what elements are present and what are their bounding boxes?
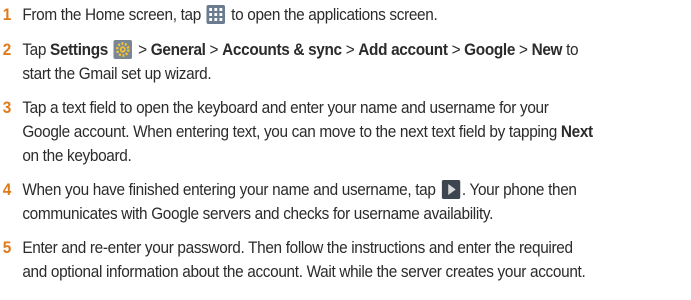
step-line: Google account. When entering text, you … [22, 120, 688, 144]
step-line: When you have finished entering your nam… [22, 178, 688, 202]
step-text-after-icon: . Your phone then [461, 181, 577, 199]
step-line: From the Home screen, tap to open the ap… [22, 3, 688, 27]
step-text: Enter and re-enter your password. Then f… [22, 236, 688, 284]
instruction-steps: 1 From the Home screen, tap to open the … [0, 0, 691, 300]
next-arrow-icon [441, 180, 461, 199]
step-text: From the Home screen, tap to open the ap… [22, 3, 688, 27]
step-number: 3 [2, 99, 12, 117]
step-text-after-icon: to open the applications screen. [231, 6, 438, 24]
step-5: 5 Enter and re-enter your password. Then… [0, 236, 688, 284]
step-text: When you have finished entering your nam… [22, 178, 688, 226]
separator: > [451, 41, 461, 59]
step-line: Tap a text field to open the keyboard an… [22, 99, 549, 117]
key-next: Next [560, 123, 593, 141]
step-2: 2 Tap Settings > General > Accounts & sy… [0, 38, 688, 86]
step-line: Tap Settings > General > Accounts & sync… [22, 38, 688, 62]
step-3: 3 Tap a text field to open the keyboard … [0, 96, 688, 168]
menu-new: New [531, 41, 563, 59]
separator: > [138, 41, 147, 59]
step-text-before-icon: From the Home screen, tap [22, 6, 201, 24]
step-text: Tap a text field to open the keyboard an… [22, 96, 688, 168]
step-text-to: to [566, 41, 579, 59]
settings-gear-icon [113, 40, 133, 59]
step-number: 4 [2, 181, 12, 199]
step-4: 4 When you have finished entering your n… [0, 178, 688, 226]
step-1: 1 From the Home screen, tap to open the … [0, 3, 688, 27]
step-text: Google account. When entering text, you … [22, 123, 557, 141]
step-line: communicates with Google servers and che… [22, 205, 494, 223]
separator: > [518, 41, 528, 59]
step-text: Tap Settings > General > Accounts & sync… [22, 38, 688, 86]
separator: > [209, 41, 219, 59]
step-number: 2 [2, 41, 12, 59]
menu-accounts-sync: Accounts & sync [222, 41, 342, 59]
separator: > [345, 41, 355, 59]
step-line: and optional information about the accou… [22, 263, 586, 281]
step-text-before-icon: When you have finished entering your nam… [22, 181, 436, 199]
apps-grid-icon [206, 5, 226, 24]
step-text-tap: Tap [22, 41, 47, 59]
step-number: 1 [2, 6, 12, 24]
menu-add-account: Add account [358, 41, 448, 59]
step-line: start the Gmail set up wizard. [22, 65, 212, 83]
step-line: on the keyboard. [22, 147, 132, 165]
menu-settings: Settings [50, 41, 108, 59]
step-number: 5 [2, 239, 12, 257]
step-line: Enter and re-enter your password. Then f… [22, 239, 573, 257]
menu-general: General [150, 41, 206, 59]
menu-google: Google [464, 41, 516, 59]
